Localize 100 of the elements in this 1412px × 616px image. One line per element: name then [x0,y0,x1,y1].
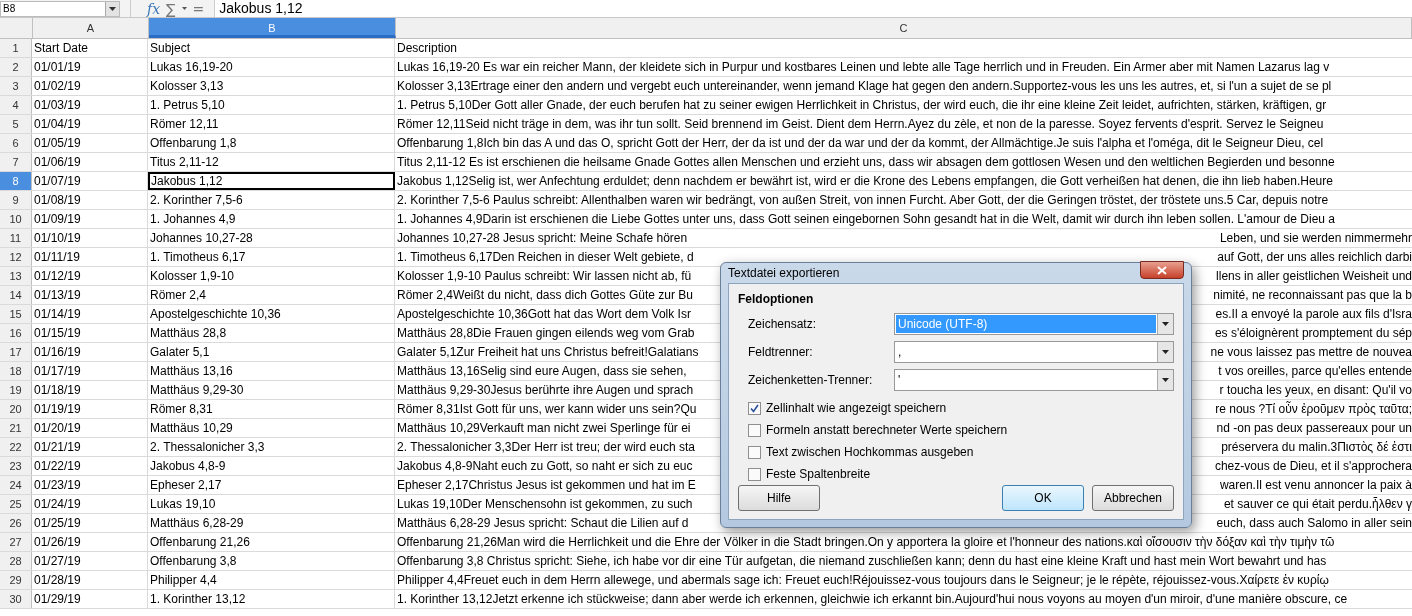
caret-icon[interactable] [1162,350,1169,354]
table-cell-text: Römer 12,11Seid nicht träge in dem, was ihr tun sollt. Seid brennend im Geist. Dient dem Herrn.Ayez du zèle, et non de la paresse. Soyez fervents d'esprit. Servez le Seigneu [397,116,1324,133]
table-cell-text: Matthäus 6,28-29 Jesus spricht: Schaut die Lilien auf d [397,515,689,532]
checkbox[interactable] [748,445,761,459]
row-header[interactable]: 4 [0,96,32,114]
row-header[interactable]: 20 [0,400,32,418]
table-cell: Philipper 4,4 [148,571,395,589]
cancel-button[interactable]: Abbrechen [1092,485,1174,511]
table-cell: 1. Petrus 5,10 [148,96,395,114]
table-cell: re nous ?Τί οὖν ἐροῦμεν πρὸς ταῦτα; [1215,400,1412,418]
help-button[interactable]: Hilfe [738,485,820,511]
table-cell-text: 1. Timotheus 6,17Den Reichen in dieser Welt gebiete, d [397,249,694,266]
table-cell-text: Description [397,40,458,57]
table-cell: 1. Korinther 13,12 [148,590,395,608]
row-header[interactable]: 27 [0,533,32,551]
table-cell-text: Epheser 2,17Christus Jesus ist gekommen und hat im E [397,477,696,494]
table-cell: 1. Timotheus 6,17 [148,248,395,266]
dropdown-field[interactable]: ' [894,369,1174,391]
formula-input[interactable]: Jakobus 1,12 [214,0,1412,17]
table-cell: Matthäus 6,28-29 [148,514,395,532]
table-cell: Offenbarung 21,26 [148,533,395,551]
formula-tool-button[interactable]: fx [147,1,161,16]
row-header[interactable]: 22 [0,438,32,456]
table-cell: 01/04/19 [32,115,148,133]
table-cell: Titus 2,11-12 [148,153,395,171]
table-cell: 01/02/19 [32,77,148,95]
row-header[interactable]: 19 [0,381,32,399]
formula-tool-button[interactable]: ∑ [166,1,176,16]
table-cell: 01/15/19 [32,324,148,342]
row-header[interactable]: 3 [0,77,32,95]
checkbox[interactable] [748,423,761,437]
table-cell: Kolosser 3,13 [148,77,395,95]
table-cell: 01/06/19 [32,153,148,171]
caret-icon[interactable] [1162,322,1169,326]
table-cell: Start Date [32,39,148,57]
dropdown-icon[interactable] [105,1,119,16]
table-cell-text: et sauver ce qui était perdu.ἦλθεν γ [1223,496,1412,513]
field-label: Zeichensatz: [748,317,818,331]
row-header[interactable]: 10 [0,210,32,228]
row-header[interactable]: 14 [0,286,32,304]
table-cell: 01/11/19 [32,248,148,266]
row-header[interactable]: 6 [0,134,32,152]
row-header[interactable]: 7 [0,153,32,171]
table-cell: 01/25/19 [32,514,148,532]
table-cell-text: Jakobus 4,8-9Naht euch zu Gott, so naht er sich zu euc [397,458,693,475]
checkbox-label: Text zwischen Hochkommas ausgeben [766,445,974,459]
table-cell-text: Offenbarung 3,8 Christus spricht: Siehe, ich habe vor dir eine Tür aufgetan, die niemand zuschließen kann; denn du hast eine kleine Kraft und hast mein Wort bewahrt und has [397,553,1327,570]
table-cell-text: 1. Korinther 13,12Jetzt erkenne ich stückweise; dann aber werde ich erkennen, gleichwie ich erkannt bin.Aujourd'hui nous voyons au moyen d'un miroir, d'une manière obscure, ce [397,591,1348,608]
table-cell: 2. Thessalonicher 3,3 [148,438,395,456]
table-cell: 01/27/19 [32,552,148,570]
close-button[interactable] [1140,261,1184,279]
formula-tool-button[interactable]: = [192,1,205,16]
dropdown-icon[interactable] [181,7,187,10]
name-box[interactable]: B8 [0,0,120,17]
dropdown-field[interactable]: , [894,341,1174,363]
caret-icon[interactable] [1162,378,1169,382]
table-cell-text: Philipper 4,4Freuet euch in dem Herrn allewege, und abermals sage ich: Freuet euch!Réjouissez-vous toujours dans le Seigneur; je le répète, réjouissez-vous.Χαίρετε ἐν κυρίῳ [397,572,1329,589]
row-header[interactable]: 25 [0,495,32,513]
table-cell: Jakobus 4,8-9 [148,457,395,475]
table-cell-text: Galater 5,1Zur Freiheit hat uns Christus befreit!Galatians [397,344,699,361]
row-header[interactable]: 12 [0,248,32,266]
table-cell-text: Offenbarung 21,26Man wird die Herrlichkeit und die Ehre der Völker in die Stadt bringen.On y apportera la gloire et l'honneur des nations.καὶ οἴσουσιν τὴν δόξαν καὶ τὴν τιμὴν τῶ [397,534,1335,551]
row-header[interactable]: 29 [0,571,32,589]
row-header[interactable]: 21 [0,419,32,437]
table-cell-text: Matthäus 10,29Verkauft man nicht zwei Sperlinge für ei [397,420,691,437]
row-header[interactable]: 5 [0,115,32,133]
row-header[interactable]: 13 [0,267,32,285]
row-header[interactable]: 24 [0,476,32,494]
table-cell: Matthäus 9,29-30 [148,381,395,399]
table-cell: 01/08/19 [32,191,148,209]
table-cell: 01/29/19 [32,590,148,608]
row-header[interactable]: 2 [0,58,32,76]
table-cell: 01/23/19 [32,476,148,494]
table-cell: 01/28/19 [32,571,148,589]
row-header[interactable]: 9 [0,191,32,209]
table-cell: Matthäus 28,8 [148,324,395,342]
row-header[interactable]: 23 [0,457,32,475]
table-cell: Kolosser 1,9-10 [148,267,395,285]
table-cell-text: Kolosser 1,9-10 Paulus schreibt: Wir lassen nicht ab, fü [397,268,692,285]
checkbox[interactable] [748,401,761,415]
column-header[interactable]: C [396,18,1412,38]
row-header[interactable]: 16 [0,324,32,342]
row-header[interactable]: 17 [0,343,32,361]
row-header[interactable]: 11 [0,229,32,247]
ok-button[interactable]: OK [1002,485,1084,511]
checkbox[interactable] [748,467,761,481]
table-cell-text: Römer 2,4Weißt du nicht, dass dich Gottes Güte zur Bu [397,287,693,304]
table-cell: Offenbarung 1,8 [148,134,395,152]
row-header[interactable]: 18 [0,362,32,380]
table-cell: 01/24/19 [32,495,148,513]
row-header[interactable]: 1 [0,39,32,57]
table-cell-text: Johannes 10,27-28 Jesus spricht: Meine Schafe hören [397,230,688,247]
row-header[interactable]: 30 [0,590,32,608]
row-header[interactable]: 28 [0,552,32,570]
row-header[interactable]: 26 [0,514,32,532]
table-cell-text: préservera du malin.3Πιστὸς δέ ἐστι [1221,439,1412,456]
checkbox-label: Feste Spaltenbreite [766,467,871,481]
table-cell: 01/03/19 [32,96,148,114]
row-header[interactable]: 15 [0,305,32,323]
table-cell-text: 2. Thessalonicher 3,3Der Herr ist treu; der wird euch sta [397,439,695,456]
